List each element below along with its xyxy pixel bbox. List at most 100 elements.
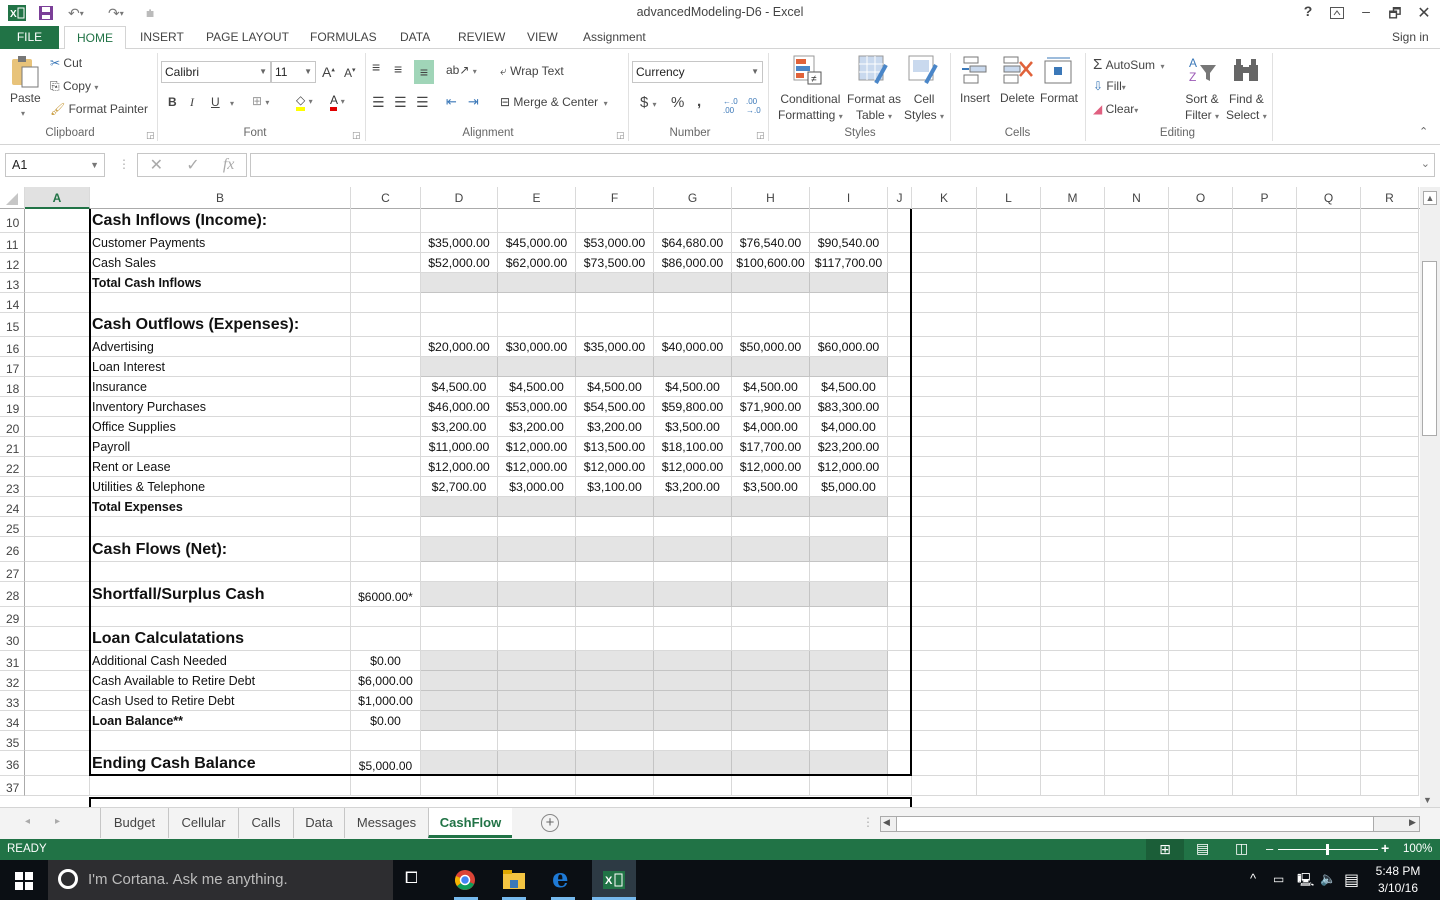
cell-e35[interactable] [498, 731, 576, 751]
zoom-in-button[interactable]: + [1381, 840, 1389, 856]
cell-k11[interactable] [912, 233, 977, 253]
cell-d36[interactable] [421, 751, 498, 776]
column-header-i[interactable]: I [810, 187, 888, 209]
sheet-tab-cashflow[interactable]: CashFlow [428, 808, 512, 838]
column-header-r[interactable]: R [1361, 187, 1419, 209]
cell-f17[interactable] [576, 357, 654, 377]
cell-g22[interactable]: $12,000.00 [654, 457, 732, 477]
cell-f20[interactable]: $3,200.00 [576, 417, 654, 437]
sign-in-link[interactable]: Sign in [1392, 26, 1437, 49]
cell-o12[interactable] [1169, 253, 1233, 273]
cell-n22[interactable] [1105, 457, 1169, 477]
show-hidden-icons[interactable]: ^ [1250, 871, 1256, 886]
cancel-icon[interactable]: ✕ [150, 155, 163, 175]
cell-a21[interactable] [25, 437, 90, 457]
cell-m37[interactable] [1041, 776, 1105, 796]
cell-r33[interactable] [1361, 691, 1419, 711]
cell-o31[interactable] [1169, 651, 1233, 671]
cell-e26[interactable] [498, 537, 576, 562]
cell-n10[interactable] [1105, 209, 1169, 233]
cell-g15[interactable] [654, 313, 732, 337]
tab-data[interactable]: DATA [388, 26, 442, 49]
cell-q34[interactable] [1297, 711, 1361, 731]
cell-k18[interactable] [912, 377, 977, 397]
cell-b10[interactable]: Cash Inflows (Income): [90, 209, 351, 233]
cell-n14[interactable] [1105, 293, 1169, 313]
row-header-15[interactable]: 15 [0, 313, 25, 337]
cell-j33[interactable] [888, 691, 912, 711]
autosum-button[interactable]: Σ AutoSum ▾ [1093, 56, 1165, 73]
cell-m25[interactable] [1041, 517, 1105, 537]
cell-m16[interactable] [1041, 337, 1105, 357]
increase-font-size-icon[interactable]: A▴ [322, 64, 335, 80]
cell-r37[interactable] [1361, 776, 1419, 796]
cell-o20[interactable] [1169, 417, 1233, 437]
row-header-35[interactable]: 35 [0, 731, 25, 751]
row-header-31[interactable]: 31 [0, 651, 25, 671]
cell-c28[interactable]: $6000.00* [351, 582, 421, 607]
cell-l28[interactable] [977, 582, 1041, 607]
cell-a23[interactable] [25, 477, 90, 497]
cell-f24[interactable] [576, 497, 654, 517]
cell-m24[interactable] [1041, 497, 1105, 517]
cell-h37[interactable] [732, 776, 810, 796]
clock[interactable]: 5:48 PM 3/10/16 [1373, 863, 1423, 897]
battery-icon[interactable]: ▭ [1273, 872, 1284, 886]
cell-e13[interactable] [498, 273, 576, 293]
column-header-j[interactable]: J [888, 187, 912, 209]
cell-f26[interactable] [576, 537, 654, 562]
cell-b22[interactable]: Rent or Lease [90, 457, 351, 477]
cell-l20[interactable] [977, 417, 1041, 437]
cell-h28[interactable] [732, 582, 810, 607]
cell-p16[interactable] [1233, 337, 1297, 357]
alignment-launcher-icon[interactable]: ◲ [616, 130, 625, 141]
column-header-c[interactable]: C [351, 187, 421, 209]
cell-a36[interactable] [25, 751, 90, 776]
cell-h18[interactable]: $4,500.00 [732, 377, 810, 397]
row-header-23[interactable]: 23 [0, 477, 25, 497]
cell-i19[interactable]: $83,300.00 [810, 397, 888, 417]
cell-o37[interactable] [1169, 776, 1233, 796]
font-launcher-icon[interactable]: ◲ [352, 130, 361, 141]
tab-page-layout[interactable]: PAGE LAYOUT [194, 26, 301, 49]
cell-q18[interactable] [1297, 377, 1361, 397]
delete-cells-icon[interactable] [1002, 56, 1034, 87]
cell-e30[interactable] [498, 627, 576, 651]
cell-q32[interactable] [1297, 671, 1361, 691]
cell-g29[interactable] [654, 607, 732, 627]
cell-f37[interactable] [576, 776, 654, 796]
cell-g36[interactable] [654, 751, 732, 776]
cell-n28[interactable] [1105, 582, 1169, 607]
cell-h12[interactable]: $100,600.00 [732, 253, 810, 273]
cell-i21[interactable]: $23,200.00 [810, 437, 888, 457]
network-icon[interactable]: 🖳 [1297, 871, 1314, 893]
row-header-33[interactable]: 33 [0, 691, 25, 711]
cell-f30[interactable] [576, 627, 654, 651]
cell-r18[interactable] [1361, 377, 1419, 397]
cell-b28[interactable]: Shortfall/Surplus Cash [90, 582, 351, 607]
cell-c21[interactable] [351, 437, 421, 457]
cell-m34[interactable] [1041, 711, 1105, 731]
cell-f19[interactable]: $54,500.00 [576, 397, 654, 417]
cell-c32[interactable]: $6,000.00 [351, 671, 421, 691]
cell-n18[interactable] [1105, 377, 1169, 397]
cell-d32[interactable] [421, 671, 498, 691]
cell-k34[interactable] [912, 711, 977, 731]
cell-f25[interactable] [576, 517, 654, 537]
cell-styles-button[interactable]: Cell Styles ▾ [904, 91, 944, 125]
cell-q15[interactable] [1297, 313, 1361, 337]
tab-view[interactable]: VIEW [515, 26, 570, 49]
enter-icon[interactable]: ✓ [186, 155, 199, 175]
cell-d27[interactable] [421, 562, 498, 582]
sheet-tab-budget[interactable]: Budget [100, 808, 168, 838]
cell-h16[interactable]: $50,000.00 [732, 337, 810, 357]
insert-cells-button[interactable]: Insert [960, 91, 990, 105]
cell-c22[interactable] [351, 457, 421, 477]
windows-start-icon[interactable] [15, 872, 33, 893]
prev-sheet-icon[interactable]: ◂ [25, 816, 30, 827]
cell-p19[interactable] [1233, 397, 1297, 417]
cell-i25[interactable] [810, 517, 888, 537]
cell-g34[interactable] [654, 711, 732, 731]
cell-h26[interactable] [732, 537, 810, 562]
cell-d10[interactable] [421, 209, 498, 233]
